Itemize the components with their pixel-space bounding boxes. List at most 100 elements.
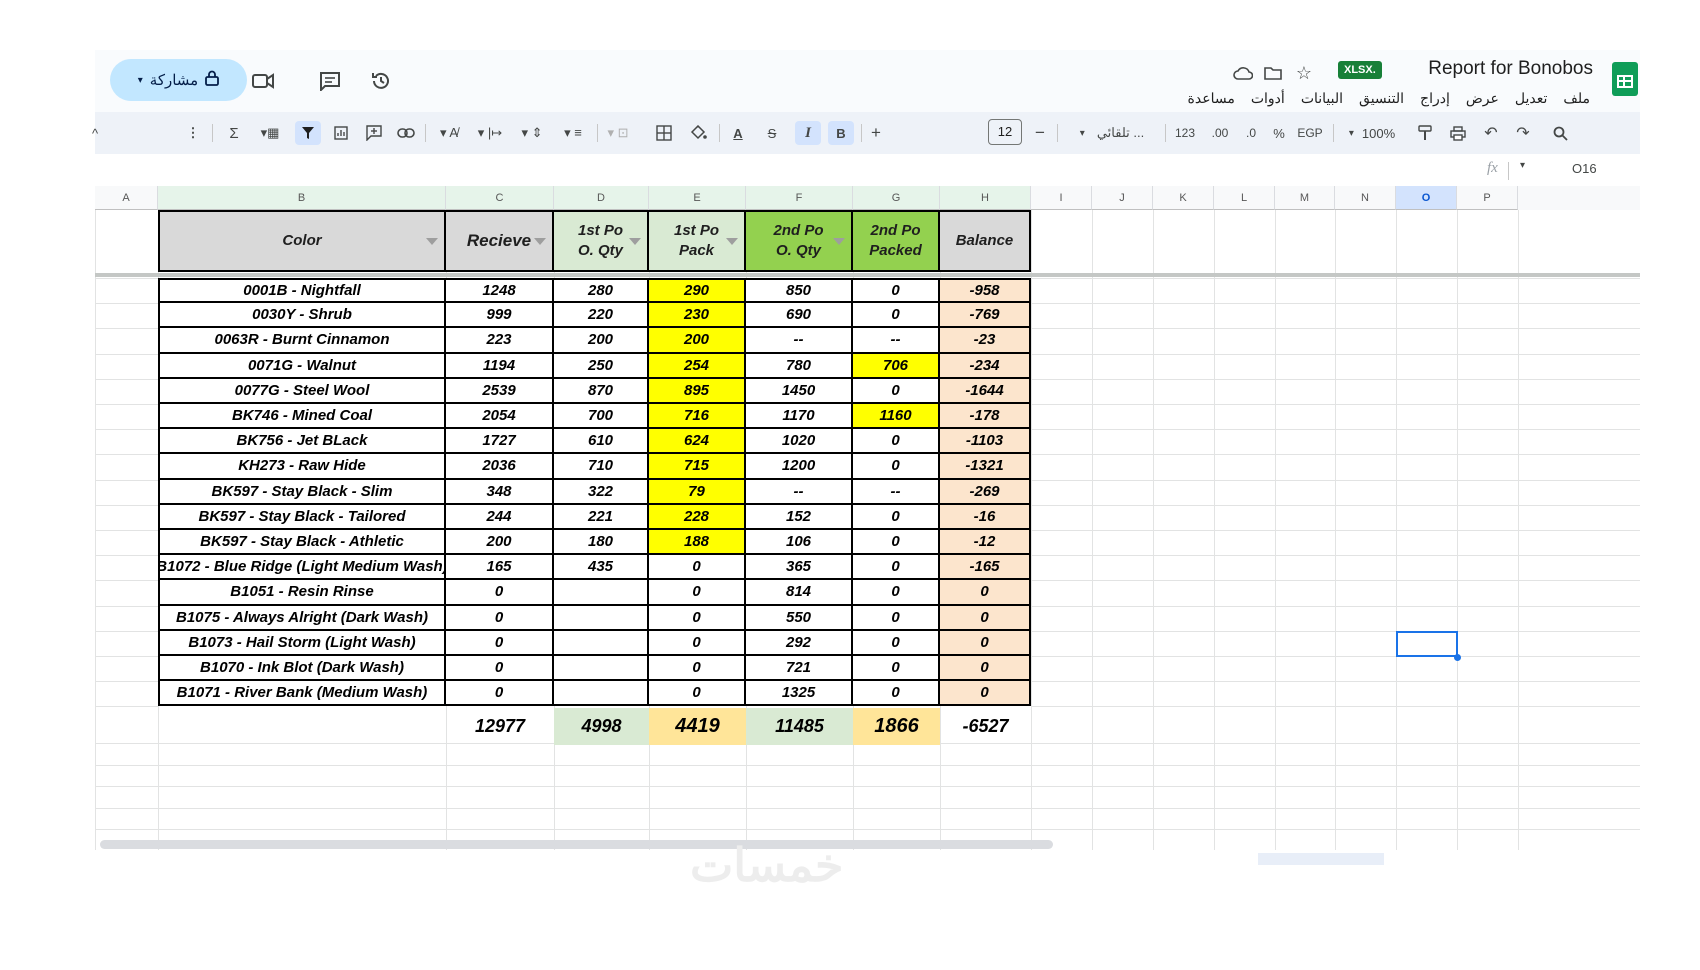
frozen-row-divider[interactable] (95, 273, 1640, 277)
table-cell[interactable]: -- (853, 479, 940, 505)
move-folder-icon[interactable] (1260, 60, 1286, 86)
table-cell[interactable]: 435 (554, 555, 649, 581)
version-history-icon[interactable] (368, 68, 394, 94)
table-cell[interactable]: 716 (649, 404, 746, 430)
table-cell[interactable]: 180 (554, 530, 649, 556)
table-cell[interactable]: 220 (554, 303, 649, 329)
table-cell[interactable]: 0 (940, 681, 1031, 707)
menu-format[interactable]: التنسيق (1359, 90, 1404, 107)
table-cell[interactable]: 0 (446, 630, 554, 656)
table-cell[interactable]: 0 (853, 303, 940, 329)
table-cell[interactable]: -- (746, 479, 853, 505)
color-cell[interactable]: BK597 - Stay Black - Athletic (158, 530, 446, 556)
table-cell[interactable] (554, 681, 649, 707)
table-cell[interactable]: 1727 (446, 429, 554, 455)
table-cell[interactable]: 230 (649, 303, 746, 329)
table-cell[interactable]: 228 (649, 504, 746, 530)
increase-font-size-button[interactable]: + (867, 121, 885, 145)
table-cell[interactable]: 2036 (446, 454, 554, 480)
table-cell[interactable]: 0 (649, 681, 746, 707)
table-cell[interactable]: 0 (853, 504, 940, 530)
table-cell[interactable]: 0 (446, 580, 554, 606)
color-cell[interactable]: 0071G - Walnut (158, 353, 446, 379)
table-cell[interactable] (554, 605, 649, 631)
table-cell[interactable]: 2539 (446, 378, 554, 404)
column-header-o[interactable]: O (1396, 186, 1457, 210)
insert-link-icon[interactable] (395, 121, 417, 145)
column-header-p[interactable]: P (1457, 186, 1518, 210)
table-cell[interactable]: 0 (853, 378, 940, 404)
header-2nd-po-qty[interactable]: 2nd Po O. Qty (746, 210, 853, 272)
table-cell[interactable]: 700 (554, 404, 649, 430)
table-cell[interactable]: 0 (853, 681, 940, 707)
table-cell[interactable]: 1248 (446, 278, 554, 304)
column-header-b[interactable]: B (158, 186, 446, 210)
table-cell[interactable]: -178 (940, 404, 1031, 430)
table-cell[interactable]: 0 (649, 605, 746, 631)
sheet-grid[interactable]: Color Recieve 1st Po O. Qty 1st Po Pack 2nd … (95, 210, 1640, 850)
zoom-select[interactable]: ▾ 100% (1339, 121, 1405, 145)
column-header-k[interactable]: K (1153, 186, 1214, 210)
vertical-align-icon[interactable]: ▾ ⇕ (515, 121, 549, 145)
undo-icon[interactable]: ↶ (1481, 121, 1501, 145)
functions-icon[interactable]: Σ (225, 121, 243, 145)
star-icon[interactable]: ☆ (1291, 60, 1317, 86)
table-cell[interactable]: 870 (554, 378, 649, 404)
color-cell[interactable]: BK746 - Mined Coal (158, 404, 446, 430)
header-2nd-po-packed[interactable]: 2nd Po Packed (853, 210, 940, 272)
table-cell[interactable]: 280 (554, 278, 649, 304)
filter-dropdown-icon[interactable] (726, 238, 738, 245)
share-dropdown-icon[interactable]: ▾ (138, 75, 143, 86)
table-cell[interactable]: 1450 (746, 378, 853, 404)
header-balance[interactable]: Balance (940, 210, 1031, 272)
column-header-c[interactable]: C (446, 186, 554, 210)
table-cell[interactable]: 0 (649, 555, 746, 581)
table-cell[interactable]: -1321 (940, 454, 1031, 480)
column-header-n[interactable]: N (1335, 186, 1396, 210)
header-recieve[interactable]: Recieve (446, 210, 554, 272)
menu-view[interactable]: عرض (1466, 90, 1499, 107)
share-button[interactable]: ▾ مشاركة (110, 59, 247, 101)
table-cell[interactable]: 0 (853, 630, 940, 656)
paint-format-icon[interactable] (1415, 121, 1435, 145)
color-cell[interactable]: B1073 - Hail Storm (Light Wash) (158, 630, 446, 656)
table-cell[interactable]: 0 (853, 278, 940, 304)
header-color[interactable]: Color (158, 210, 446, 272)
filter-dropdown-icon[interactable] (629, 238, 641, 245)
table-cell[interactable]: 200 (649, 328, 746, 354)
table-cell[interactable]: 200 (446, 530, 554, 556)
column-header-l[interactable]: L (1214, 186, 1275, 210)
more-formats-button[interactable]: 123 (1173, 121, 1197, 145)
column-header-h[interactable]: H (940, 186, 1031, 210)
collapse-toolbar-icon[interactable]: ^ (89, 121, 101, 145)
column-header-j[interactable]: J (1092, 186, 1153, 210)
header-1st-po-qty[interactable]: 1st Po O. Qty (554, 210, 649, 272)
table-cell[interactable]: 1020 (746, 429, 853, 455)
table-cell[interactable]: 106 (746, 530, 853, 556)
table-cell[interactable]: 188 (649, 530, 746, 556)
table-cell[interactable]: 0 (853, 454, 940, 480)
menu-tools[interactable]: أدوات (1251, 90, 1285, 107)
table-cell[interactable]: 322 (554, 479, 649, 505)
table-cell[interactable]: -- (746, 328, 853, 354)
table-cell[interactable]: 1325 (746, 681, 853, 707)
table-cell[interactable]: 0 (853, 530, 940, 556)
print-icon[interactable] (1447, 121, 1469, 145)
fill-handle[interactable] (1454, 654, 1461, 661)
table-cell[interactable]: 0 (853, 656, 940, 682)
table-cell[interactable]: 165 (446, 555, 554, 581)
table-cell[interactable]: 2054 (446, 404, 554, 430)
table-cell[interactable]: 710 (554, 454, 649, 480)
menu-file[interactable]: ملف (1563, 90, 1590, 107)
filter-dropdown-icon[interactable] (833, 238, 845, 245)
menu-edit[interactable]: تعديل (1515, 90, 1548, 107)
more-options-icon[interactable]: ⋮ (187, 121, 200, 145)
table-cell[interactable]: 706 (853, 353, 940, 379)
table-cell[interactable]: 0 (649, 656, 746, 682)
total-cell[interactable]: 1866 (853, 708, 940, 746)
table-cell[interactable]: 290 (649, 278, 746, 304)
menu-data[interactable]: البيانات (1301, 90, 1343, 107)
table-cell[interactable]: 610 (554, 429, 649, 455)
table-cell[interactable]: 79 (649, 479, 746, 505)
decrease-decimal-button[interactable]: .0 (1241, 121, 1261, 145)
